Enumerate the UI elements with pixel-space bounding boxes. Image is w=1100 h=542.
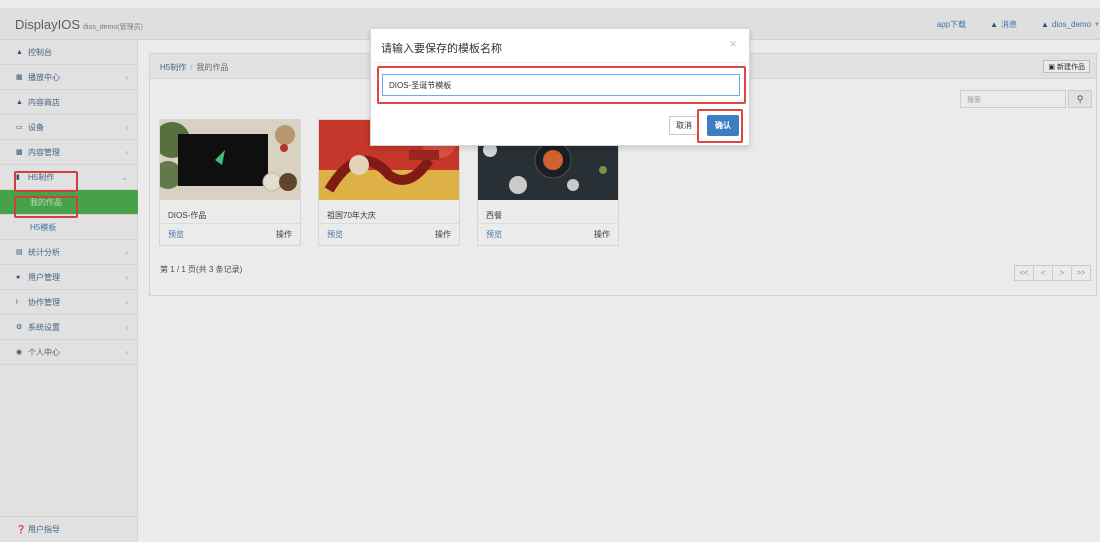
divider — [371, 62, 749, 63]
close-icon[interactable]: ✕ — [729, 39, 737, 50]
template-name-input[interactable] — [382, 74, 740, 96]
dialog-title: 请输入要保存的模板名称 — [381, 43, 502, 55]
confirm-button[interactable]: 确认 — [707, 115, 739, 136]
cancel-button[interactable]: 取消 — [669, 116, 699, 135]
save-template-dialog: 请输入要保存的模板名称 ✕ 取消 确认 — [370, 28, 750, 146]
